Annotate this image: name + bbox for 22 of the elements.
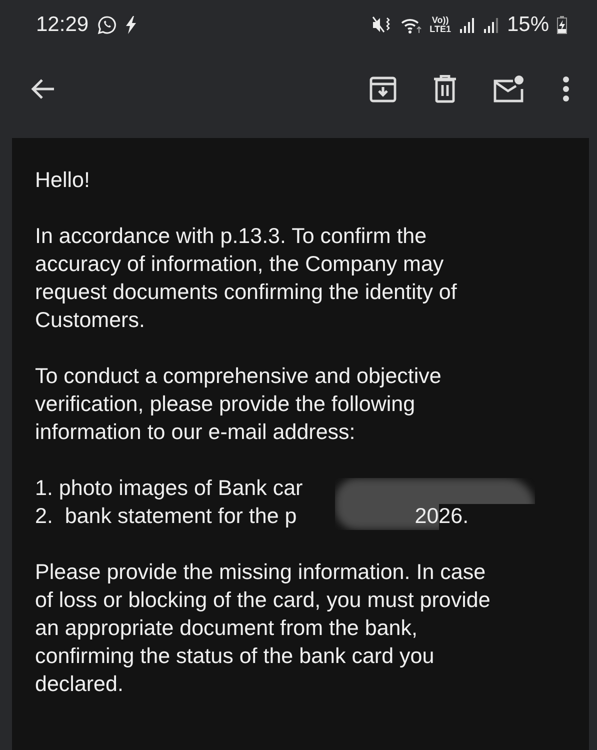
message-paragraph: In accordance with p.13.3. To confirm the accuracy of information, the Company may request documents confirming the identity of Customers. (35, 223, 458, 334)
signal-icon (458, 17, 475, 33)
volte-label: Vo)) LTE1 (430, 16, 451, 34)
message-paragraph: Please provide the missing information. In case of loss or blocking of the card, you must provide an appropriate document from the bank, confirming the status of the bank card you declared. (35, 559, 492, 698)
battery-percent: 15% (506, 13, 549, 37)
trash-icon (433, 75, 457, 103)
archive-icon (369, 75, 397, 103)
more-vertical-icon (561, 76, 571, 102)
chat-bubble-icon (96, 15, 117, 35)
list-item-text: 1. photo images of Bank car (35, 475, 303, 502)
wifi-icon (400, 16, 422, 34)
greeting-text: Hello! (35, 167, 91, 194)
mute-vibrate-icon (372, 16, 392, 34)
lightning-icon (124, 16, 137, 34)
status-time: 12:29 (36, 13, 89, 37)
list-item-text: 2. bank statement for the p (35, 503, 297, 530)
message-paragraph: To conduct a comprehensive and objective verification, please provide the following information to our e-mail address: (35, 363, 442, 446)
battery-charging-icon (557, 16, 567, 34)
signal-icon (482, 17, 499, 33)
envelope-dot-icon (493, 75, 525, 103)
back-arrow-icon (30, 77, 56, 101)
list-item-text: 2026. (414, 503, 469, 530)
